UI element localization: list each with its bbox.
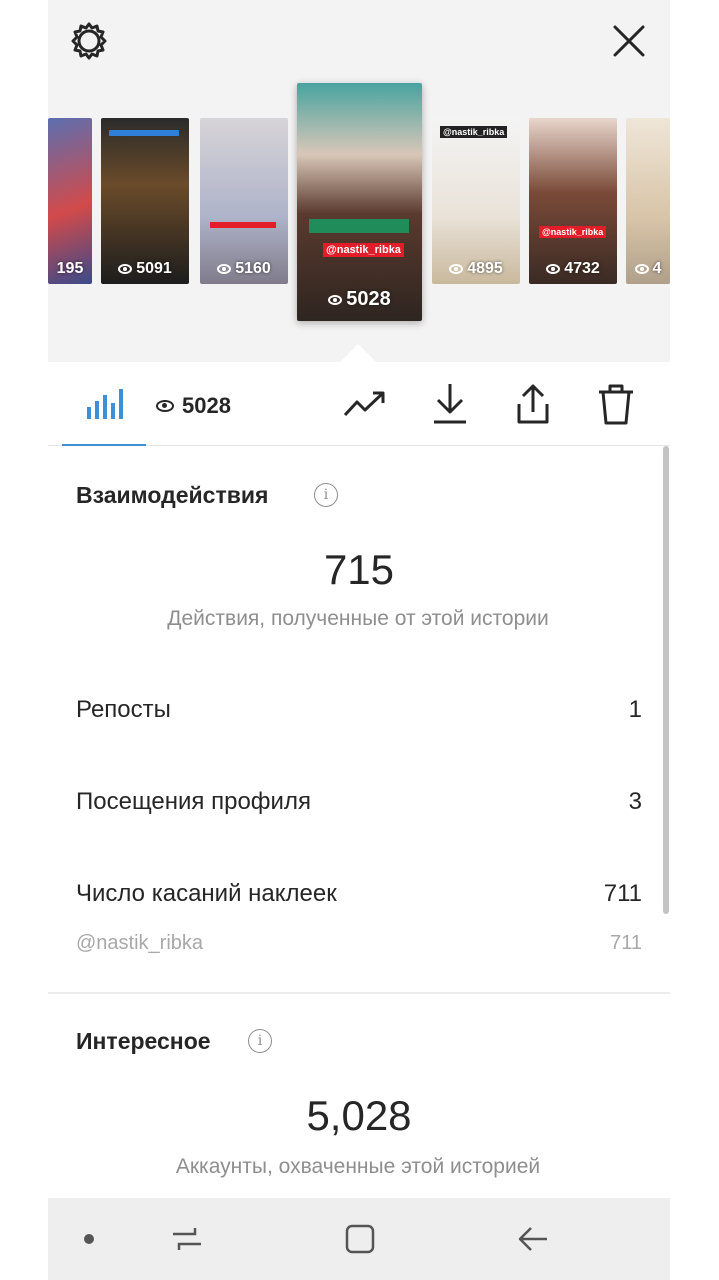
viewers-button[interactable]: 5028 <box>156 386 231 426</box>
share-icon <box>517 384 549 424</box>
story-views: 5160 <box>200 260 288 278</box>
story-views: 195 <box>56 260 84 277</box>
share-button[interactable] <box>508 380 558 428</box>
settings-button[interactable] <box>64 16 114 66</box>
recent-apps-button[interactable] <box>162 1214 212 1264</box>
row-label: Посещения профиля <box>76 788 311 815</box>
row-label: @nastik_ribka <box>76 932 204 954</box>
story-insights-screen: 195 5091 5160 @nastik_ribka 5028 @nastik… <box>48 0 670 1280</box>
story-views: 4732 <box>529 260 617 278</box>
story-thumbnail[interactable]: @nastik_ribka 4895 <box>432 118 520 284</box>
eye-icon <box>449 264 464 274</box>
viewers-count: 5028 <box>182 393 231 418</box>
story-views: 4895 <box>432 260 520 278</box>
nav-dot-button[interactable] <box>74 1214 104 1264</box>
story-text-sticker <box>309 219 409 233</box>
story-carousel-area: 195 5091 5160 @nastik_ribka 5028 @nastik… <box>48 0 670 362</box>
row-value: 711 <box>603 880 642 907</box>
discovery-total: 5,028 <box>306 1092 412 1139</box>
interactions-total: 715 <box>323 546 395 593</box>
promote-button[interactable] <box>340 380 390 428</box>
row-value: 1 <box>628 696 642 723</box>
home-icon <box>345 1224 375 1254</box>
close-button[interactable] <box>604 16 654 66</box>
trash-icon <box>599 384 633 425</box>
back-arrow-icon <box>518 1227 547 1251</box>
trending-up-icon <box>343 391 385 417</box>
tab-insights[interactable] <box>62 362 146 446</box>
row-value: 3 <box>628 788 642 815</box>
download-button[interactable] <box>425 380 475 428</box>
story-thumbnail[interactable]: 4 <box>626 118 670 284</box>
row-label: Репосты <box>76 696 171 723</box>
bar-chart-icon <box>87 389 123 419</box>
discovery-caption: Аккаунты, охваченные этой историей <box>175 1155 541 1178</box>
mention-sticker: @nastik_ribka <box>323 243 404 257</box>
mention-sticker: @nastik_ribka <box>539 226 607 238</box>
eye-icon <box>156 400 174 412</box>
delete-button[interactable] <box>591 380 641 428</box>
download-icon <box>434 384 466 424</box>
info-icon[interactable]: i <box>314 483 338 507</box>
eye-icon <box>328 294 343 305</box>
home-button[interactable] <box>335 1214 385 1264</box>
story-thumbnail[interactable]: 195 <box>48 118 92 284</box>
story-text-sticker <box>109 130 179 136</box>
selection-pointer <box>340 344 376 362</box>
row-value: 711 <box>610 932 642 954</box>
story-text-sticker <box>210 222 276 228</box>
dot-icon <box>84 1234 94 1244</box>
system-nav-bar <box>48 1198 670 1280</box>
sticker-taps-row: Число касаний наклеек 711 <box>76 880 642 908</box>
eye-icon <box>217 264 232 274</box>
story-thumbnail[interactable]: @nastik_ribka 4732 <box>529 118 617 284</box>
interactions-caption: Действия, полученные от этой истории <box>167 607 549 630</box>
eye-icon <box>546 264 561 274</box>
row-label: Число касаний наклеек <box>76 880 337 907</box>
sticker-mention-row: @nastik_ribka 711 <box>76 932 642 955</box>
story-thumbnail[interactable]: 5091 <box>101 118 189 284</box>
section-divider <box>48 992 670 994</box>
discovery-title: Интересное <box>76 1028 211 1054</box>
story-views: 5028 <box>297 288 422 311</box>
eye-icon <box>634 264 649 274</box>
profile-visits-row: Посещения профиля 3 <box>76 788 642 816</box>
insights-panel: Взаимодействия i 715 Действия, полученны… <box>48 446 670 1198</box>
scrollbar[interactable] <box>663 446 669 914</box>
story-views: 4 <box>626 260 670 278</box>
story-thumbnail[interactable]: 5160 <box>200 118 288 284</box>
close-icon <box>613 25 645 57</box>
story-thumbnail-selected[interactable]: @nastik_ribka 5028 <box>297 83 422 321</box>
mention-sticker: @nastik_ribka <box>440 126 508 138</box>
story-views: 5091 <box>101 260 189 278</box>
stories-strip: 195 5091 5160 @nastik_ribka 5028 @nastik… <box>48 80 670 340</box>
story-toolbar: 5028 <box>48 362 670 446</box>
reposts-row: Репосты 1 <box>76 696 642 724</box>
back-button[interactable] <box>508 1214 558 1264</box>
recent-apps-icon <box>173 1228 201 1250</box>
eye-icon <box>118 264 133 274</box>
gear-icon <box>71 22 107 60</box>
interactions-title: Взаимодействия <box>76 482 269 508</box>
info-icon[interactable]: i <box>248 1029 272 1053</box>
